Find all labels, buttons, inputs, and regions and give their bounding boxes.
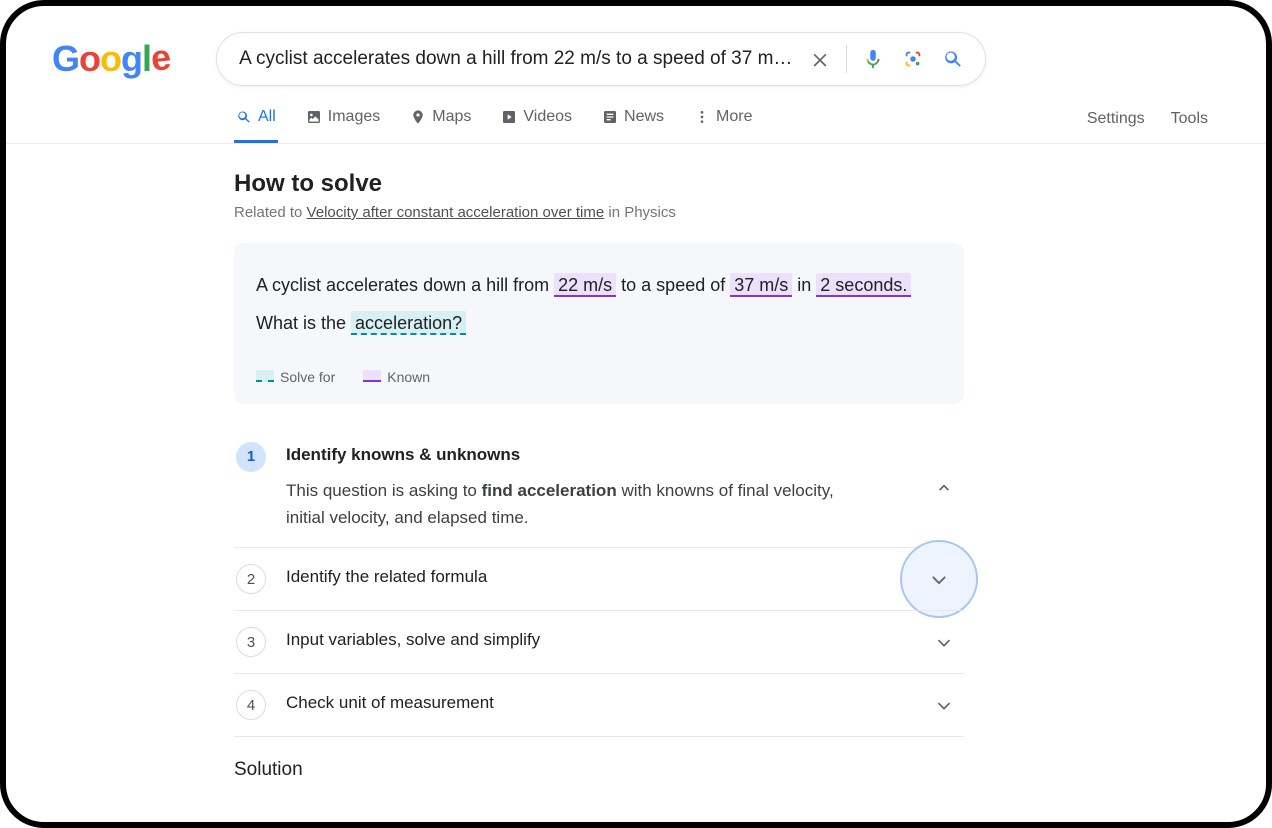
tab-images-label: Images — [328, 108, 380, 126]
step-3-number: 3 — [236, 627, 266, 657]
step-4-body: Check unit of measurement — [286, 690, 910, 713]
more-icon — [694, 109, 710, 125]
search-input[interactable] — [239, 48, 794, 70]
known-final-velocity[interactable]: 37 m/s — [730, 273, 792, 297]
step-2-title: Identify the related formula — [286, 567, 958, 587]
step-1[interactable]: 1 Identify knowns & unknowns This questi… — [234, 416, 964, 547]
step-1-bold: find acceleration — [482, 481, 617, 500]
step-4[interactable]: 4 Check unit of measurement — [234, 673, 964, 736]
tab-videos[interactable]: Videos — [499, 108, 574, 143]
search-box[interactable] — [216, 32, 986, 86]
lens-icon[interactable] — [899, 45, 927, 73]
maps-icon — [410, 109, 426, 125]
tab-images[interactable]: Images — [304, 108, 382, 143]
swatch-solvefor — [256, 370, 274, 382]
legend: Solve for Known — [256, 363, 942, 392]
known-time[interactable]: 2 seconds. — [816, 273, 911, 297]
step-1-title: Identify knowns & unknowns — [286, 445, 910, 465]
step-1-number: 1 — [236, 442, 266, 472]
clear-icon[interactable] — [806, 45, 834, 73]
page: Google — [6, 6, 1266, 822]
tab-all-label: All — [258, 108, 276, 126]
solve-for-acceleration[interactable]: acceleration? — [351, 311, 466, 335]
legend-known: Known — [363, 363, 430, 392]
tab-more-label: More — [716, 108, 752, 126]
tab-news[interactable]: News — [600, 108, 666, 143]
topbar: Google — [6, 32, 1266, 86]
image-icon — [306, 109, 322, 125]
swatch-known — [363, 370, 381, 382]
step-4-number: 4 — [236, 690, 266, 720]
chevron-down-icon[interactable] — [930, 628, 958, 656]
tab-all[interactable]: All — [234, 108, 278, 143]
tab-maps-label: Maps — [432, 108, 471, 126]
video-icon — [501, 109, 517, 125]
step-2-body: Identify the related formula — [286, 564, 958, 587]
search-small-icon — [236, 109, 252, 125]
related-link[interactable]: Velocity after constant acceleration ove… — [307, 204, 605, 221]
step-2-number: 2 — [236, 564, 266, 594]
chevron-down-icon[interactable] — [930, 691, 958, 719]
tools-link[interactable]: Tools — [1171, 110, 1208, 128]
chevron-down-highlighted[interactable] — [900, 540, 978, 618]
main-content: How to solve Related to Velocity after c… — [6, 144, 996, 781]
settings-link[interactable]: Settings — [1087, 110, 1145, 128]
step-4-title: Check unit of measurement — [286, 693, 910, 713]
howto-heading: How to solve — [234, 170, 996, 198]
chevron-up-icon[interactable] — [930, 473, 958, 501]
problem-sentence: A cyclist accelerates down a hill from 2… — [256, 267, 942, 343]
step-1-body: Identify knowns & unknowns This question… — [286, 442, 910, 531]
legend-solvefor: Solve for — [256, 363, 335, 392]
tab-videos-label: Videos — [523, 108, 572, 126]
known-initial-velocity[interactable]: 22 m/s — [554, 273, 616, 297]
tab-maps[interactable]: Maps — [408, 108, 473, 143]
mic-icon[interactable] — [859, 45, 887, 73]
step-3[interactable]: 3 Input variables, solve and simplify — [234, 610, 964, 673]
step-3-body: Input variables, solve and simplify — [286, 627, 910, 650]
divider — [846, 45, 847, 73]
device-frame: Google — [0, 0, 1272, 828]
related-prefix: Related to — [234, 204, 307, 221]
search-wrap — [216, 32, 986, 86]
step-1-desc: This question is asking to find accelera… — [286, 477, 846, 531]
steps-list: 1 Identify knowns & unknowns This questi… — [234, 416, 964, 737]
google-logo[interactable]: Google — [52, 38, 170, 80]
tab-more[interactable]: More — [692, 108, 754, 143]
search-icon[interactable] — [939, 45, 967, 73]
step-3-title: Input variables, solve and simplify — [286, 630, 910, 650]
chevron-down-icon — [928, 568, 950, 590]
news-icon — [602, 109, 618, 125]
step-2[interactable]: 2 Identify the related formula — [234, 547, 964, 610]
related-suffix: in Physics — [604, 204, 676, 221]
problem-box: A cyclist accelerates down a hill from 2… — [234, 243, 964, 404]
related-line: Related to Velocity after constant accel… — [234, 204, 996, 221]
nav-tabs: All Images Maps Videos News More — [234, 108, 1266, 143]
tab-news-label: News — [624, 108, 664, 126]
nav-tabs-wrap: All Images Maps Videos News More — [6, 108, 1266, 144]
solution-heading: Solution — [234, 737, 964, 781]
